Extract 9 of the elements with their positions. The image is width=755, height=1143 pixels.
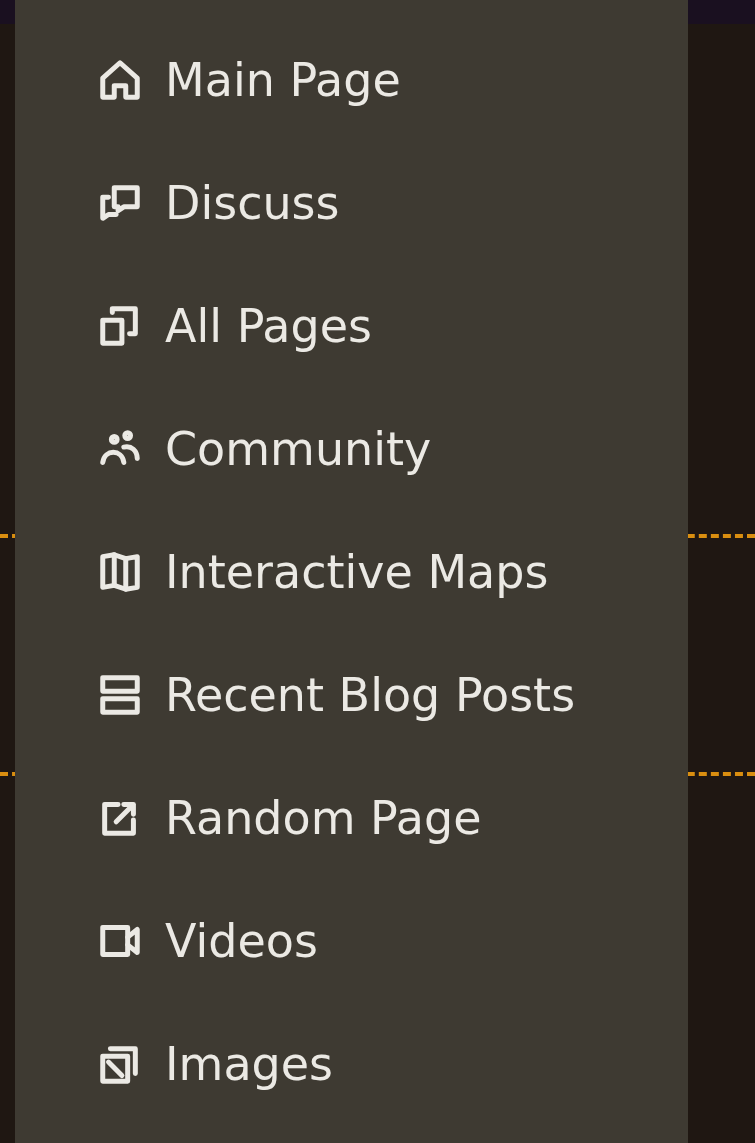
menu-item[interactable]: Main Page [15, 18, 401, 141]
menu-item[interactable]: Recent Blog Posts [15, 633, 576, 756]
menu-item[interactable]: Discuss [15, 141, 340, 264]
menu-item[interactable]: Community [15, 387, 432, 510]
menu-item[interactable]: Interactive Maps [15, 510, 549, 633]
menu-item[interactable]: All Pages [15, 264, 372, 387]
menu-item[interactable]: Images [15, 1002, 334, 1125]
menu-item[interactable]: Random Page [15, 756, 482, 879]
menu-item[interactable]: Videos [15, 879, 318, 1002]
